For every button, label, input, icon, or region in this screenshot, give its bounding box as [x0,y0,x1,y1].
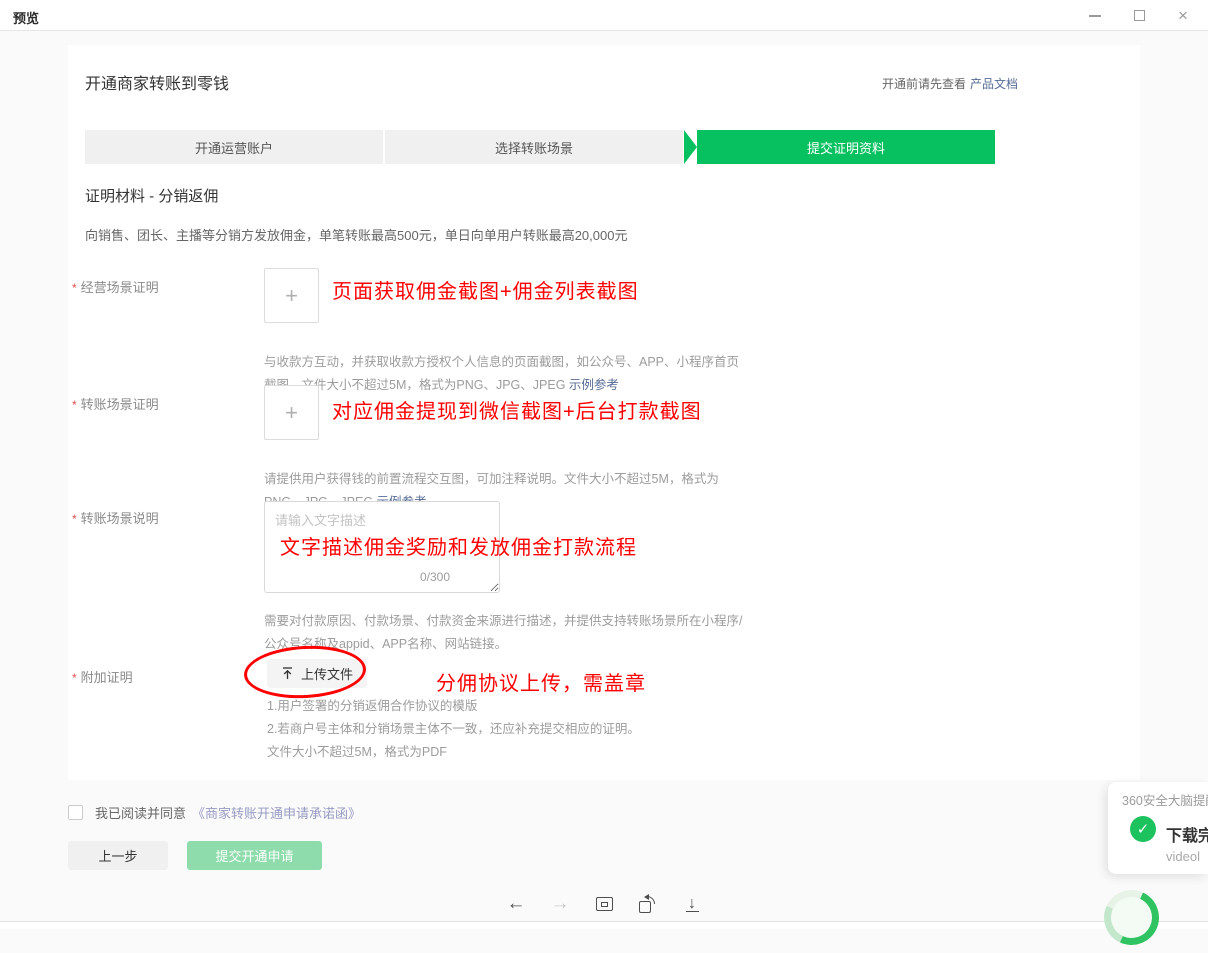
example-link-1[interactable]: 示例参考 [569,378,619,392]
agree-text: 我已阅读并同意 [95,803,186,822]
agree-row: 我已阅读并同意 《商家转账开通申请承诺函》 [68,803,361,822]
main-card: 开通商家转账到零钱 开通前请先查看产品文档 开通运营账户 选择转账场景 提交证明… [68,45,1140,780]
maximize-icon[interactable] [1130,7,1148,25]
popup-360-notification: 360安全大脑提醒 ✓ 下载完成 videol [1108,782,1208,874]
minimize-icon[interactable] [1086,7,1104,25]
required-asterisk: * [72,398,77,412]
popup-title: 360安全大脑提醒 [1122,790,1208,809]
tab-submit-proof[interactable]: 提交证明资料 [697,130,995,164]
help-business-scene: 与收款方互动，并获取收款方授权个人信息的页面截图，如公众号、APP、小程序首页 … [264,328,824,397]
required-asterisk: * [72,281,77,295]
upload-box-transfer-scene[interactable]: + [264,385,319,440]
section-desc: 向销售、团长、主播等分销方发放佣金，单笔转账最高500元，单日向单用户转账最高2… [85,225,627,244]
check-circle-icon: ✓ [1130,816,1156,842]
commitment-letter-link[interactable]: 《商家转账开通申请承诺函》 [192,803,361,822]
forward-icon[interactable]: → [550,893,570,915]
upload-box-business-scene[interactable]: + [264,268,319,323]
annotation-scene-desc: 文字描述佣金奖励和发放佣金打款流程 [280,531,637,560]
fit-window-icon[interactable] [594,893,614,915]
doc-hint: 开通前请先查看产品文档 [882,75,1018,92]
close-icon[interactable]: × [1174,7,1192,25]
field-label-transfer-scene-proof: *转账场景证明 [72,394,159,413]
bottom-toolbar: ← → ↓ [0,890,1208,918]
upload-icon [281,667,294,680]
step-tabs: 开通运营账户 选择转账场景 提交证明资料 [85,130,995,164]
required-asterisk: * [72,671,77,685]
tab-open-operation-account[interactable]: 开通运营账户 [85,130,385,164]
window-title: 预览 [13,8,39,27]
window-controls: × [1086,0,1198,31]
download-status-text: 下载完成 [1166,822,1208,846]
product-doc-link[interactable]: 产品文档 [970,77,1018,91]
status-bar [0,921,1208,929]
char-counter: 0/300 [420,570,450,584]
upload-file-button[interactable]: 上传文件 [267,659,367,688]
tab-select-transfer-scene[interactable]: 选择转账场景 [385,130,697,164]
plus-icon: + [285,400,298,426]
help-scene-desc: 需要对付款原因、付款场景、付款资金来源进行描述，并提供支持转账场景所在小程序/ … [264,610,824,656]
download-icon[interactable]: ↓ [682,893,702,915]
field-label-business-scene-proof: *经营场景证明 [72,277,159,296]
annotation-business-scene: 页面获取佣金截图+佣金列表截图 [332,275,639,304]
download-file-name: videol [1166,849,1200,864]
field-label-transfer-scene-desc: *转账场景说明 [72,508,159,527]
required-asterisk: * [72,512,77,526]
annotation-additional-proof: 分佣协议上传，需盖章 [436,667,646,696]
annotation-transfer-scene: 对应佣金提现到微信截图+后台打款截图 [332,395,702,424]
window-titlebar: 预览 × [0,0,1208,31]
prev-step-button[interactable]: 上一步 [68,841,168,870]
agree-checkbox[interactable] [68,805,83,820]
back-icon[interactable]: ← [506,893,526,915]
plus-icon: + [285,283,298,309]
field-label-additional-proof: *附加证明 [72,667,133,686]
section-title: 证明材料 - 分销返佣 [85,185,218,206]
help-additional-proof: 1.用户签署的分销返佣合作协议的模版 2.若商户号主体和分销场景主体不一致，还应… [267,695,827,764]
page-title: 开通商家转账到零钱 [85,70,229,94]
submit-application-button[interactable]: 提交开通申请 [187,841,322,870]
doc-hint-text: 开通前请先查看 [882,77,966,91]
rotate-icon[interactable] [638,893,658,915]
